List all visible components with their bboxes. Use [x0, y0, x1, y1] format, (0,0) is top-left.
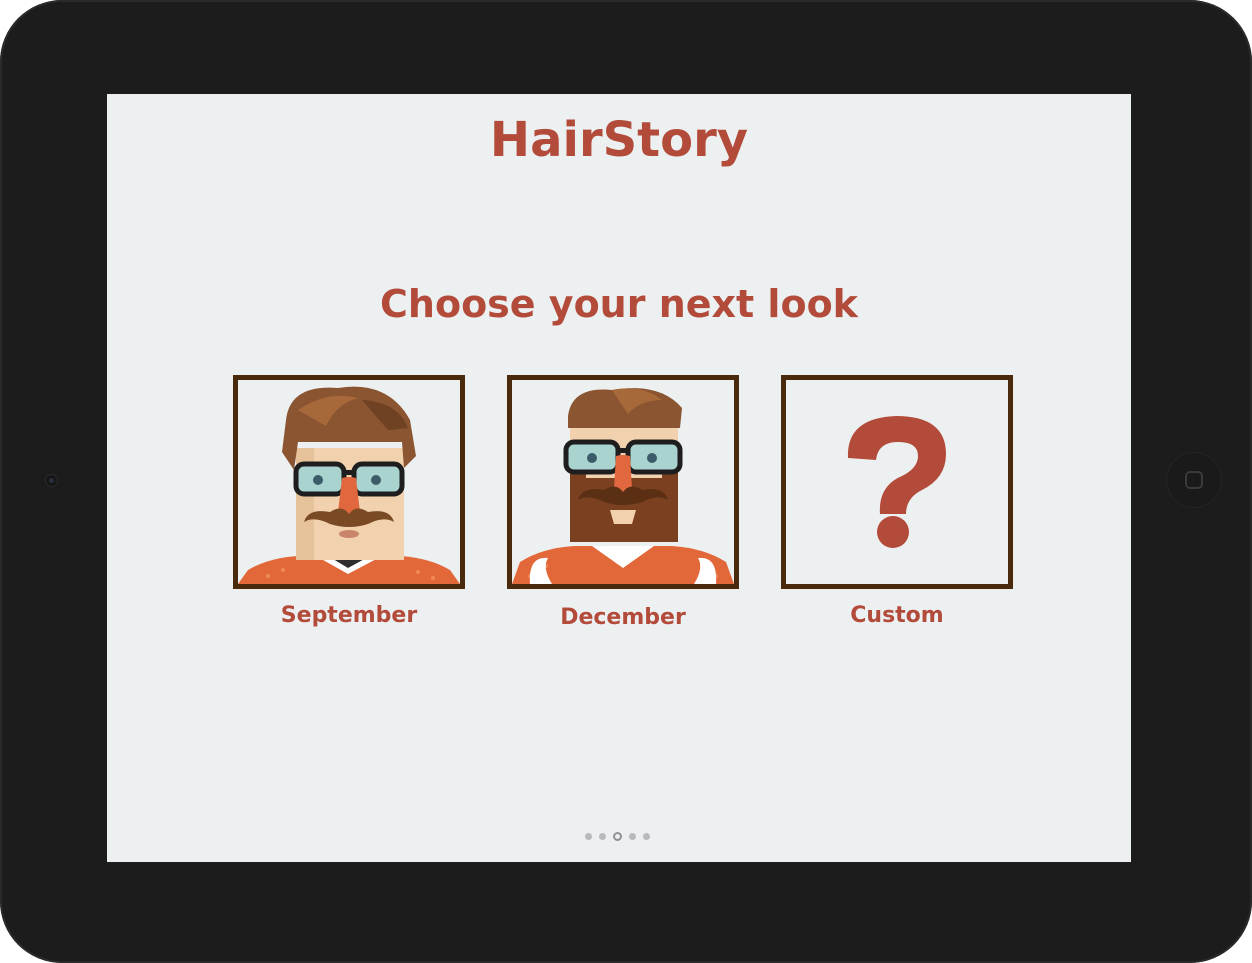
look-option-label: Custom [850, 603, 944, 628]
look-option-label: December [560, 605, 686, 630]
page-dot-active[interactable] [613, 831, 622, 841]
page-dot[interactable] [585, 832, 592, 840]
home-button[interactable] [1166, 452, 1222, 508]
hipster-avatar-short-beard-icon [238, 380, 460, 584]
hipster-avatar-full-beard-icon [512, 380, 734, 584]
page-indicator[interactable] [585, 831, 650, 841]
front-camera [45, 474, 58, 487]
app-screen: HairStory Choose your next look Septembe… [107, 94, 1131, 862]
look-thumbnail-frame [233, 375, 465, 589]
page-dot[interactable] [629, 832, 636, 840]
look-option-label: September [280, 603, 418, 628]
look-option-september[interactable]: September [233, 375, 465, 628]
question-mark-icon [786, 380, 1008, 584]
look-options: September December Custom [107, 94, 1131, 862]
page-dot[interactable] [643, 832, 650, 840]
home-button-icon [1185, 471, 1203, 489]
look-option-custom[interactable]: Custom [781, 375, 1013, 628]
look-option-december[interactable]: December [507, 375, 739, 630]
look-thumbnail-frame [781, 375, 1013, 589]
look-thumbnail-frame [507, 375, 739, 589]
tablet-device: HairStory Choose your next look Septembe… [0, 0, 1252, 963]
page-dot[interactable] [599, 832, 606, 840]
